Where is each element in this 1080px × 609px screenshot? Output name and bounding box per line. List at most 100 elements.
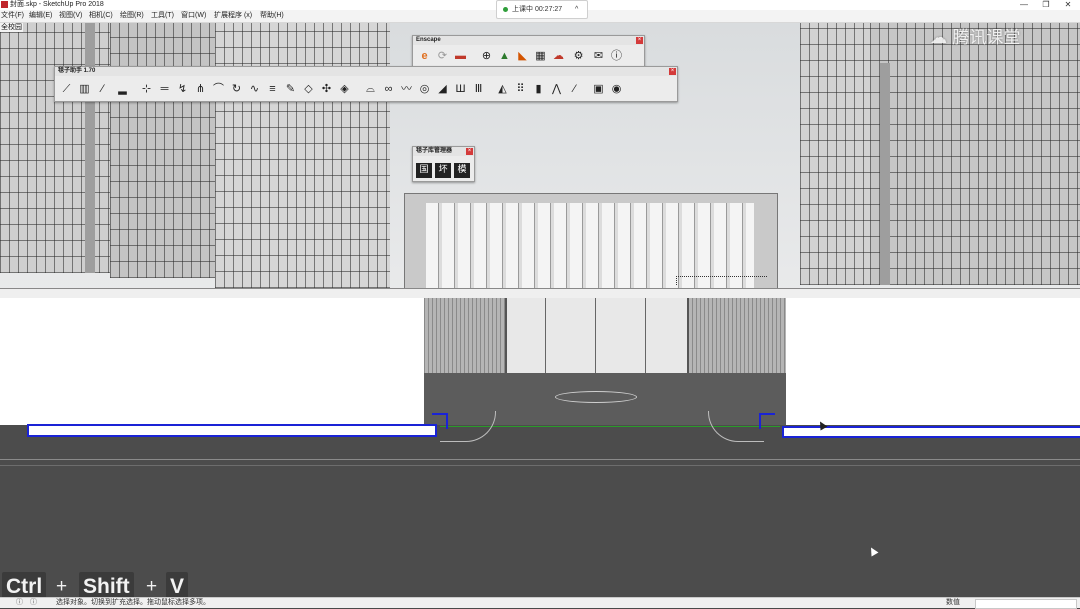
stair-icon[interactable]: ⟋ [59, 82, 74, 97]
measurements-input[interactable] [975, 599, 1077, 609]
twist-icon[interactable]: ✣ [319, 82, 334, 97]
door-mullion [645, 298, 646, 373]
minimize-button[interactable]: — [1013, 0, 1035, 10]
mail-icon[interactable]: ✉ [591, 49, 606, 64]
enscape-logo-icon[interactable]: e [417, 49, 432, 64]
menu-tools[interactable]: 工具(T) [151, 11, 174, 21]
compass-icon[interactable]: ⋀ [549, 82, 564, 97]
library-button-model[interactable]: 模 [454, 163, 470, 178]
chain-icon[interactable]: ∞ [381, 82, 396, 97]
array-icon[interactable]: ⠿ [513, 82, 528, 97]
menu-help[interactable]: 帮助(H) [260, 11, 284, 21]
menu-edit[interactable]: 编辑(E) [29, 11, 52, 21]
library-button-country[interactable]: 国 [416, 163, 432, 178]
render-icon[interactable]: ▬ [453, 49, 468, 64]
stamp-icon[interactable]: ◈ [337, 82, 352, 97]
fold-icon[interactable]: ◇ [301, 82, 316, 97]
ramp-icon[interactable]: ◢ [435, 82, 450, 97]
brush-icon[interactable]: ⁄ [567, 82, 582, 97]
model-viewport[interactable] [0, 23, 1080, 597]
menu-camera[interactable]: 相机(C) [89, 11, 113, 21]
info-icon[interactable]: ⓘ [609, 49, 624, 64]
bridge-icon[interactable]: ⌓ [363, 82, 378, 97]
watermark: ☁ 腾讯课堂 [930, 23, 1020, 48]
logo-icon[interactable]: ◉ [609, 82, 624, 97]
panel-icon[interactable]: ▮ [531, 82, 546, 97]
close-button[interactable]: ✕ [1057, 0, 1079, 10]
column-icon[interactable]: ▥ [77, 82, 92, 97]
library-button-env[interactable]: 坏 [435, 163, 451, 178]
pen-icon[interactable]: ✎ [283, 82, 298, 97]
key-v: V [166, 572, 189, 600]
layers-icon[interactable]: ≡ [265, 82, 280, 97]
rotate-icon[interactable]: ↻ [229, 82, 244, 97]
add-icon[interactable]: ⊕ [479, 49, 494, 64]
split-icon[interactable]: ⋔ [193, 82, 208, 97]
right-tower-far [800, 23, 870, 285]
fence-icon[interactable]: Ⅲ [471, 82, 486, 97]
dotted-guide [676, 276, 767, 285]
menu-extensions[interactable]: 扩展程序 (x) [214, 11, 252, 21]
status-bar: ⓘ ⓘ 选择对象。切换到扩充选择。拖动鼠标选择多项。 数值 [0, 597, 1080, 609]
bars-icon[interactable]: ▂ [115, 82, 130, 97]
scene-tab[interactable]: 全校园 [0, 23, 23, 32]
enscape-title: Enscape [413, 36, 644, 45]
left-tower-mid [110, 23, 215, 278]
door-mullion [595, 298, 596, 373]
close-icon[interactable]: × [669, 68, 676, 75]
selection-corner-left [432, 413, 448, 429]
curve-icon[interactable]: ∿ [247, 82, 262, 97]
class-timer[interactable]: 上课中 00:27:27 ^ [496, 0, 588, 19]
restore-button[interactable]: ❐ [1035, 0, 1057, 10]
refresh-icon[interactable]: ⟳ [435, 49, 450, 64]
library-manager[interactable]: 毯子库管理器 × 国 坏 模 [412, 146, 475, 182]
watermark-logo-icon: ☁ [930, 28, 947, 48]
enscape-toolbar[interactable]: Enscape × e ⟳ ▬ ⊕ ▲ ◣ ▦ ☁ ⚙ ✉ ⓘ [412, 35, 645, 67]
checker-icon[interactable]: ▦ [533, 49, 548, 64]
close-icon[interactable]: × [466, 148, 473, 155]
library-title: 毯子库管理器 [413, 147, 474, 156]
menu-view[interactable]: 视图(V) [59, 11, 82, 21]
material-icon[interactable]: ◣ [515, 49, 530, 64]
plaza-ellipse [555, 391, 637, 403]
selection-corner-right [759, 413, 775, 429]
left-podium-wall [0, 298, 424, 425]
watermark-text: 腾讯课堂 [952, 28, 1021, 48]
close-icon[interactable]: × [636, 37, 643, 44]
menu-file[interactable]: 文件(F) [1, 11, 24, 21]
bend-icon[interactable]: ↯ [175, 82, 190, 97]
left-tower-column [85, 23, 95, 273]
selected-step-left[interactable] [27, 424, 437, 437]
rail-icon[interactable]: Ш [453, 82, 468, 97]
line-icon[interactable]: ∕ [95, 82, 110, 97]
target-icon[interactable]: ◎ [417, 82, 432, 97]
component-icon[interactable]: ▣ [591, 82, 606, 97]
cloud-icon[interactable]: ☁ [551, 49, 566, 64]
sketchup-app-icon [1, 1, 8, 8]
ground-plane [0, 425, 1080, 597]
wave-icon[interactable]: 〰 [399, 82, 414, 97]
key-shift: Shift [79, 572, 134, 600]
align-icon[interactable]: ═ [157, 82, 172, 97]
ground-line [0, 459, 1080, 460]
key-ctrl: Ctrl [2, 572, 47, 600]
entrance-doors[interactable] [505, 298, 689, 373]
helper-title: 毯子助手 1.70 [55, 67, 677, 76]
right-podium-wall [786, 298, 1080, 425]
menu-window[interactable]: 窗口(W) [181, 11, 206, 21]
tree-icon[interactable]: ▲ [497, 49, 512, 64]
right-tower-near [870, 23, 1080, 285]
left-tower-far [215, 23, 390, 288]
window-title: 封面.skp - SketchUp Pro 2018 [10, 1, 104, 8]
chevron-up-icon[interactable]: ^ [575, 1, 578, 18]
selected-step-right[interactable] [782, 426, 1080, 438]
ground-line [0, 465, 1080, 466]
helper-toolbar[interactable]: 毯子助手 1.70 × ⟋ ▥ ∕ ▂ ⊹ ═ ↯ ⋔ ⌒ ↻ ∿ ≡ ✎ ◇ … [54, 66, 678, 102]
door-mullion [545, 298, 546, 373]
arc-icon[interactable]: ⌒ [211, 82, 226, 97]
axis-icon[interactable]: ⊹ [139, 82, 154, 97]
roof-icon[interactable]: ◭ [495, 82, 510, 97]
right-tower-column [880, 63, 890, 285]
settings-icon[interactable]: ⚙ [571, 49, 586, 64]
menu-draw[interactable]: 绘图(R) [120, 11, 144, 21]
